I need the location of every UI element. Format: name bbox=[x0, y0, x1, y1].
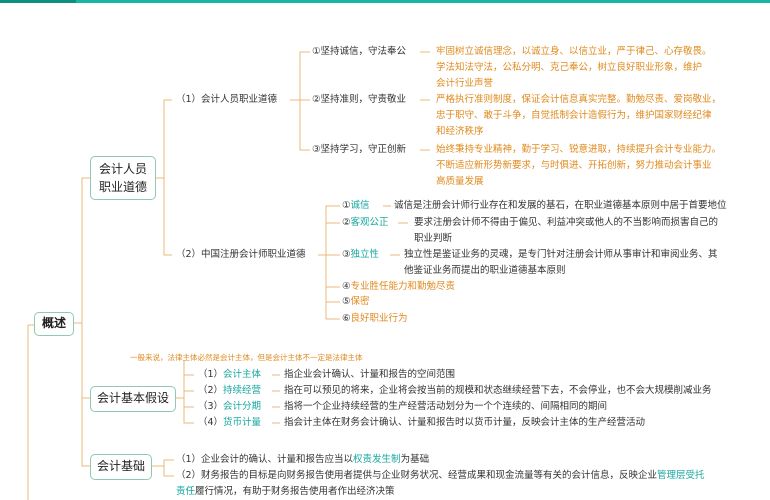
node-ethics-line2: 职业道德 bbox=[98, 180, 147, 194]
node-honesty-key[interactable]: ①坚持诚信，守法奉公 bbox=[312, 46, 406, 58]
node-basis-label: 会计基础 bbox=[96, 459, 145, 473]
node-basis[interactable]: 会计基础 bbox=[90, 454, 152, 480]
node-ethics[interactable]: 会计人员 职业道德 bbox=[90, 156, 156, 200]
assumption-going-concern-key: 持续经营 bbox=[223, 385, 262, 396]
basis-accrual: 权责发生制 bbox=[353, 454, 401, 465]
node-honesty-desc-3: 会计行业声誉 bbox=[436, 78, 494, 89]
assumption-period[interactable]: （3）会计分期 bbox=[198, 401, 261, 413]
assumption-going-concern-num: （2） bbox=[198, 385, 224, 396]
node-cpa-confidentiality[interactable]: ⑤保密 bbox=[342, 296, 370, 308]
assumption-period-num: （3） bbox=[198, 401, 224, 412]
node-honesty-desc-1: 牢固树立诚信理念，以诚立身、以信立业，严于律己、心存敬畏。 bbox=[436, 46, 712, 57]
node-ethics-line1: 会计人员 bbox=[98, 162, 147, 176]
node-cpa-integrity-num: ① bbox=[342, 200, 351, 211]
node-cpa-independence-num: ③ bbox=[342, 249, 351, 260]
node-cpa-objectivity-desc-2: 职业判断 bbox=[414, 233, 453, 244]
basis-stewardship-2: 责任 bbox=[176, 486, 196, 497]
node-cpa-objectivity-num: ② bbox=[342, 217, 351, 228]
node-cpa-competence[interactable]: ④专业胜任能力和勤勉尽责 bbox=[342, 281, 455, 293]
node-standards-key[interactable]: ②坚持准则，守责敬业 bbox=[312, 94, 406, 106]
root-label: 概述 bbox=[41, 316, 66, 330]
basis-line-3: 责任履行情况，有助于财务报告使用者作出经济决策 bbox=[176, 486, 395, 498]
basis-line-2: （2）财务报告的目标是向财务报告使用者提供与企业财务状况、经营成果和现金流量等有… bbox=[176, 470, 705, 482]
basis-line-1: （1）企业会计的确认、计量和报告应当以权责发生制为基础 bbox=[176, 454, 429, 466]
assumption-monetary[interactable]: （4）货币计量 bbox=[198, 417, 261, 429]
node-cpa-integrity-desc: 诚信是注册会计师行业存在和发展的基石，在职业道德基本原则中居于首要地位 bbox=[394, 200, 727, 211]
assumption-note: 一般来说，法律主体必然是会计主体，但是会计主体不一定是法律主体 bbox=[130, 353, 363, 362]
node-assumptions[interactable]: 会计基本假设 bbox=[90, 386, 176, 412]
node-cpa-objectivity-key: 客观公正 bbox=[350, 217, 389, 228]
assumption-entity-desc: 指企业会计确认、计量和报告的空间范围 bbox=[284, 369, 456, 380]
node-cpa-integrity-key: 诚信 bbox=[350, 200, 370, 211]
node-cpa-conduct-num: ⑥ bbox=[342, 313, 351, 324]
node-learning-desc-2: 不断适应新形势新要求，与时俱进、开拓创新，努力推动会计事业 bbox=[436, 160, 712, 171]
basis-stewardship-1: 管理层受托 bbox=[657, 470, 705, 481]
node-cpa-objectivity[interactable]: ②客观公正 bbox=[342, 217, 389, 229]
node-cpa-competence-key: 专业胜任能力和勤勉尽责 bbox=[350, 281, 456, 292]
node-cpa-independence-key: 独立性 bbox=[350, 249, 380, 260]
node-cpa-conduct-key: 良好职业行为 bbox=[350, 313, 408, 324]
node-learning-desc-1: 始终秉持专业精神，勤于学习、锐意进取，持续提升会计专业能力。 bbox=[436, 144, 722, 155]
node-accountant-ethics[interactable]: （1）会计人员职业道德 bbox=[176, 94, 277, 106]
basis-line-3-post: 履行情况，有助于财务报告使用者作出经济决策 bbox=[195, 486, 395, 497]
root-node[interactable]: 概述 bbox=[34, 312, 74, 336]
node-cpa-competence-num: ④ bbox=[342, 281, 351, 292]
assumption-monetary-num: （4） bbox=[198, 417, 224, 428]
node-standards-desc-2: 忠于职守、敢于斗争，自觉抵制会计造假行为，维护国家财经纪律 bbox=[436, 110, 712, 121]
assumption-entity-key: 会计主体 bbox=[223, 369, 262, 380]
node-standards-desc-1: 严格执行准则制度，保证会计信息真实完整。勤勉尽责、爱岗敬业， bbox=[436, 94, 722, 105]
basis-line-2-pre: （2）财务报告的目标是向财务报告使用者提供与企业财务状况、经营成果和现金流量等有… bbox=[176, 470, 658, 481]
node-cpa-confidentiality-num: ⑤ bbox=[342, 296, 351, 307]
assumption-period-key: 会计分期 bbox=[223, 401, 262, 412]
assumption-monetary-key: 货币计量 bbox=[223, 417, 262, 428]
node-honesty-desc-2: 学法知法守法，公私分明、克己奉公，树立良好职业形象，维护 bbox=[436, 62, 703, 73]
node-cpa-ethics[interactable]: （2）中国注册会计师职业道德 bbox=[176, 249, 306, 261]
basis-line-1-pre: （1）企业会计的确认、计量和报告应当以 bbox=[176, 454, 354, 465]
assumption-monetary-desc: 指会计主体在财务会计确认、计量和报告时以货币计量，反映会计主体的生产经营活动 bbox=[284, 417, 646, 428]
assumption-period-desc: 指将一个企业持续经营的生产经营活动划分为一个个连续的、间隔相同的期间 bbox=[284, 401, 608, 412]
assumption-going-concern[interactable]: （2）持续经营 bbox=[198, 385, 261, 397]
node-cpa-objectivity-desc-1: 要求注册会计师不得由于偏见、利益冲突或他人的不当影响而损害自己的 bbox=[414, 217, 719, 228]
basis-line-1-post: 为基础 bbox=[400, 454, 430, 465]
node-learning-desc-3: 高质量发展 bbox=[436, 176, 484, 187]
node-cpa-integrity[interactable]: ①诚信 bbox=[342, 200, 370, 212]
assumption-entity-num: （1） bbox=[198, 369, 224, 380]
node-cpa-independence[interactable]: ③独立性 bbox=[342, 249, 379, 261]
node-standards-desc-3: 和经济秩序 bbox=[436, 126, 484, 137]
node-cpa-independence-desc-1: 独立性是鉴证业务的灵魂，是专门针对注册会计师从事审计和审阅业务、其 bbox=[404, 249, 718, 260]
node-cpa-conduct[interactable]: ⑥良好职业行为 bbox=[342, 313, 408, 325]
assumption-going-concern-desc: 指在可以预见的将来，企业将会按当前的规模和状态继续经营下去，不会停业，也不会大规… bbox=[284, 385, 712, 396]
node-learning-key[interactable]: ③坚持学习，守正创新 bbox=[312, 144, 406, 156]
node-cpa-independence-desc-2: 他鉴证业务而提出的职业道德基本原则 bbox=[404, 265, 566, 276]
node-assumptions-label: 会计基本假设 bbox=[96, 391, 169, 405]
assumption-entity[interactable]: （1）会计主体 bbox=[198, 369, 261, 381]
node-cpa-confidentiality-key: 保密 bbox=[350, 296, 370, 307]
